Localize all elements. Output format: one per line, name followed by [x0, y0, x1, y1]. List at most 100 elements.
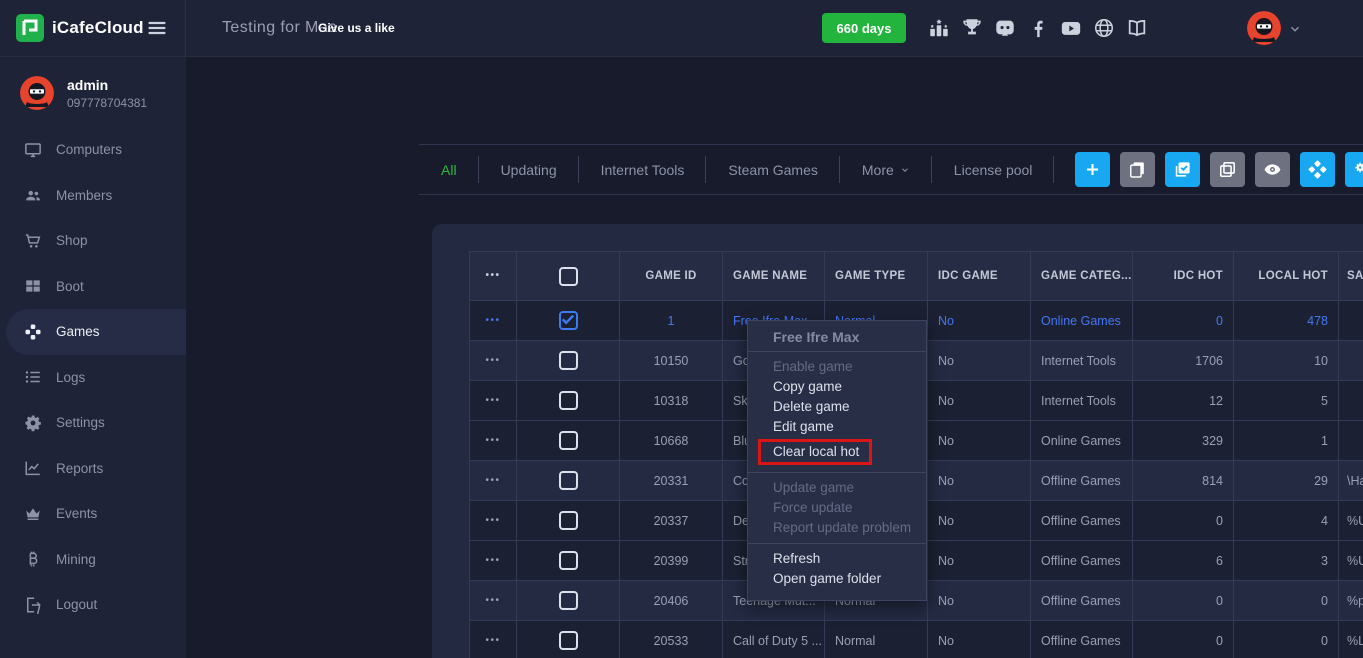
row-actions-button[interactable]: •••: [485, 556, 500, 566]
row-checkbox[interactable]: [559, 471, 578, 490]
row-select-cell: [517, 581, 620, 620]
column-header-local-hot[interactable]: LOCAL HOT: [1234, 252, 1339, 300]
row-select-cell: [517, 501, 620, 540]
select-games-button[interactable]: [1165, 152, 1200, 187]
sidebar-item-events[interactable]: Events: [0, 491, 186, 537]
user-phone: 097778704381: [67, 96, 147, 110]
column-header-idc-game[interactable]: IDC GAME: [928, 252, 1031, 300]
gear-icon: [24, 414, 42, 432]
sidebar-item-label: Logs: [56, 370, 85, 385]
give-us-a-like-link[interactable]: Give us a like: [318, 0, 395, 56]
sidebar-item-settings[interactable]: Settings: [0, 400, 186, 446]
tab-steam-games[interactable]: Steam Games: [706, 145, 839, 194]
row-checkbox[interactable]: [559, 311, 578, 330]
game-settings-button[interactable]: [1345, 152, 1363, 187]
row-actions-header: •••: [470, 252, 517, 300]
sidebar-item-computers[interactable]: Computers: [0, 127, 186, 173]
menu-item-refresh[interactable]: Refresh: [748, 549, 926, 569]
sidebar-item-boot[interactable]: Boot: [0, 264, 186, 310]
row-checkbox[interactable]: [559, 431, 578, 450]
menu-item-delete-game[interactable]: Delete game: [748, 397, 926, 417]
row-select-cell: [517, 541, 620, 580]
row-checkbox[interactable]: [559, 351, 578, 370]
sidebar-item-shop[interactable]: Shop: [0, 218, 186, 264]
add-game-button[interactable]: [1075, 152, 1110, 187]
sidebar-item-mining[interactable]: Mining: [0, 537, 186, 583]
menu-item-edit-game[interactable]: Edit game: [748, 417, 926, 437]
menu-item-update-game: Update game: [748, 478, 926, 498]
row-actions-button[interactable]: •••: [485, 516, 500, 526]
facebook-icon[interactable]: [1027, 17, 1049, 39]
menu-item-clear-local-hot[interactable]: Clear local hot: [758, 439, 926, 465]
social-icon-bar: [928, 0, 1148, 56]
sidebar-item-logout[interactable]: Logout: [0, 582, 186, 628]
menu-item-force-update: Force update: [748, 498, 926, 518]
chevron-down-icon: [900, 165, 910, 175]
row-actions-cell: •••: [470, 341, 517, 380]
idc-hot-cell: 1706: [1133, 341, 1234, 380]
menu-item-open-game-folder[interactable]: Open game folder: [748, 569, 926, 589]
categories-button[interactable]: [1300, 152, 1335, 187]
row-actions-button[interactable]: •••: [485, 436, 500, 446]
copy-icon: [1128, 160, 1147, 179]
sidebar-item-label: Settings: [56, 415, 105, 430]
row-actions-button[interactable]: •••: [485, 316, 500, 326]
trophy-icon[interactable]: [961, 17, 983, 39]
row-checkbox[interactable]: [559, 511, 578, 530]
column-header-game-name[interactable]: GAME NAME: [723, 252, 825, 300]
tab-updating[interactable]: Updating: [479, 145, 579, 194]
duplicate-button[interactable]: [1210, 152, 1245, 187]
eye-icon: [1263, 160, 1282, 179]
visibility-button[interactable]: [1255, 152, 1290, 187]
game-id-cell: 20331: [620, 461, 723, 500]
row-checkbox[interactable]: [559, 551, 578, 570]
column-header-game-type[interactable]: GAME TYPE: [825, 252, 928, 300]
globe-icon[interactable]: [1093, 17, 1115, 39]
row-actions-button[interactable]: •••: [485, 356, 500, 366]
row-actions-cell: •••: [470, 581, 517, 620]
menu-item-copy-game[interactable]: Copy game: [748, 377, 926, 397]
row-actions-button[interactable]: •••: [485, 596, 500, 606]
sidebar-item-reports[interactable]: Reports: [0, 446, 186, 492]
tab-label: More: [862, 146, 894, 194]
tab-label: Updating: [501, 146, 557, 194]
sidebar-item-label: Computers: [56, 142, 122, 157]
chevron-down-icon[interactable]: [1288, 22, 1302, 36]
user-avatar[interactable]: [1247, 11, 1281, 45]
sidebar-item-members[interactable]: Members: [0, 173, 186, 219]
row-actions-button[interactable]: •••: [485, 476, 500, 486]
book-icon[interactable]: [1126, 17, 1148, 39]
tab-all[interactable]: All: [419, 145, 479, 194]
youtube-icon[interactable]: [1060, 17, 1082, 39]
column-header-game-categ[interactable]: GAME CATEG...: [1031, 252, 1133, 300]
row-actions-cell: •••: [470, 461, 517, 500]
hamburger-menu-icon[interactable]: [146, 18, 168, 38]
tab-license-pool[interactable]: License pool: [932, 145, 1055, 194]
row-checkbox[interactable]: [559, 591, 578, 610]
context-menu-title: Free Ifre Max: [748, 325, 926, 351]
row-actions-button[interactable]: •••: [485, 396, 500, 406]
sidebar-item-logs[interactable]: Logs: [0, 355, 186, 401]
game-category-cell: Internet Tools: [1031, 341, 1133, 380]
column-header-idc-hot[interactable]: IDC HOT: [1133, 252, 1234, 300]
ranking-icon[interactable]: [928, 17, 950, 39]
row-actions-button[interactable]: •••: [485, 636, 500, 646]
tab-more[interactable]: More: [840, 145, 932, 194]
row-checkbox[interactable]: [559, 391, 578, 410]
sidebar-item-games[interactable]: Games: [6, 309, 186, 355]
table-row[interactable]: •••20533Call of Duty 5 ...NormalNoOfflin…: [470, 620, 1363, 658]
subscription-days-button[interactable]: 660 days: [822, 13, 906, 43]
discord-icon[interactable]: [994, 17, 1016, 39]
idc-game-cell: No: [928, 381, 1031, 420]
column-header-game-id[interactable]: GAME ID: [620, 252, 723, 300]
tab-internet-tools[interactable]: Internet Tools: [579, 145, 707, 194]
select-all-checkbox[interactable]: [559, 267, 578, 286]
copy-button[interactable]: [1120, 152, 1155, 187]
row-actions-cell: •••: [470, 501, 517, 540]
game-category-cell: Offline Games: [1031, 501, 1133, 540]
bitcoin-icon: [24, 550, 42, 568]
row-actions-cell: •••: [470, 621, 517, 658]
column-header-save-data[interactable]: SAVE DATA: [1339, 252, 1363, 300]
row-checkbox[interactable]: [559, 631, 578, 650]
game-name-cell: Call of Duty 5 ...: [723, 621, 825, 658]
